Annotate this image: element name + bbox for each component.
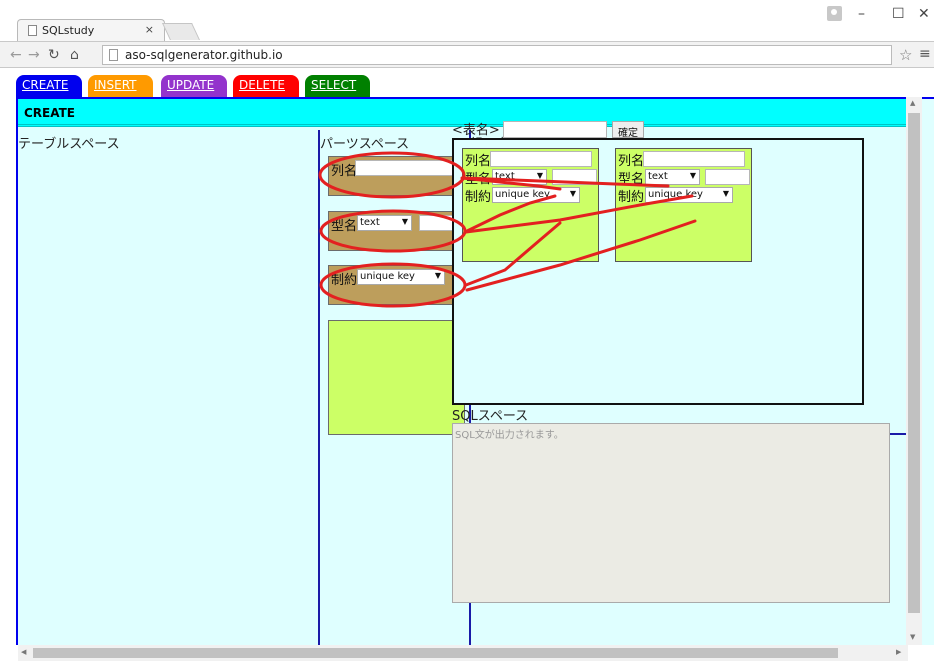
card-type-value: text (495, 171, 515, 182)
forward-arrow-icon[interactable]: → (28, 47, 40, 63)
part-column-name-label: 列名 (331, 164, 358, 179)
tab-create[interactable]: CREATE (16, 75, 82, 97)
close-window-button[interactable]: ✕ (918, 6, 930, 22)
menu-icon[interactable]: ≡ (919, 46, 931, 62)
card-type-select[interactable]: text ▼ (492, 169, 547, 185)
dropdown-arrow-icon: ▼ (536, 171, 543, 180)
scroll-right-icon[interactable]: ▶ (896, 648, 901, 656)
address-bar[interactable]: aso-sqlgenerator.github.io (102, 45, 892, 65)
card-type-label: 型名 (618, 172, 645, 187)
profile-icon[interactable] (827, 6, 842, 21)
card-type-select[interactable]: text ▼ (645, 169, 700, 185)
card-type-length-input[interactable] (705, 169, 750, 185)
card-constraint-label: 制約 (618, 190, 645, 205)
tab-strip: SQLstudy × – ☐ ✕ (0, 0, 934, 41)
dropdown-arrow-icon: ▼ (401, 217, 408, 226)
card-column-input[interactable] (643, 151, 745, 167)
parts-space-label: パーツスペース (320, 137, 410, 152)
sql-space-label: SQLスペース (452, 409, 529, 424)
table-name-label: <表名> (452, 123, 500, 138)
card-column-label: 列名 (465, 154, 492, 169)
home-icon[interactable]: ⌂ (70, 47, 79, 63)
divider-table-parts (318, 130, 320, 645)
scroll-up-icon[interactable]: ▲ (910, 99, 915, 107)
part-type[interactable]: 型名 text ▼ (328, 211, 465, 251)
tab-select[interactable]: SELECT (305, 75, 370, 97)
part-constraint-value: unique key (360, 271, 415, 282)
part-column-name-input[interactable] (355, 160, 459, 176)
dropdown-arrow-icon: ▼ (434, 271, 441, 280)
scroll-down-icon[interactable]: ▼ (910, 633, 915, 641)
card-type-length-input[interactable] (552, 169, 597, 185)
dropdown-arrow-icon: ▼ (722, 189, 729, 198)
horizontal-scroll-thumb[interactable] (33, 648, 838, 658)
card-constraint-value: unique key (495, 189, 550, 200)
vertical-scroll-thumb[interactable] (908, 113, 920, 613)
tab-delete[interactable]: DELETE (233, 75, 299, 97)
part-constraint[interactable]: 制約 unique key ▼ (328, 265, 465, 305)
tab-close-icon[interactable]: × (145, 23, 154, 36)
browser-toolbar: ← → ↻ ⌂ aso-sqlgenerator.github.io ☆ ≡ (0, 41, 934, 68)
part-type-label: 型名 (331, 219, 358, 234)
part-constraint-label: 制約 (331, 273, 358, 288)
card-constraint-label: 制約 (465, 190, 492, 205)
parts-dropzone[interactable] (328, 320, 465, 435)
tab-insert[interactable]: INSERT (88, 75, 153, 97)
part-constraint-select[interactable]: unique key ▼ (357, 269, 445, 285)
horizontal-scrollbar[interactable]: ◀ ▶ (18, 645, 908, 661)
back-arrow-icon[interactable]: ← (10, 47, 22, 63)
tab-update[interactable]: UPDATE (161, 75, 227, 97)
card-column-label: 列名 (618, 154, 645, 169)
column-card[interactable]: 列名 型名 text ▼ 制約 unique key ▼ (462, 148, 599, 262)
browser-tab[interactable]: SQLstudy × (17, 19, 165, 41)
page-icon (109, 49, 118, 61)
part-column-name[interactable]: 列名 (328, 156, 465, 196)
browser-chrome: SQLstudy × – ☐ ✕ ← → ↻ ⌂ aso-sqlgenerato… (0, 0, 934, 68)
part-type-select[interactable]: text ▼ (357, 215, 412, 231)
card-constraint-select[interactable]: unique key ▼ (645, 187, 733, 203)
bookmark-star-icon[interactable]: ☆ (899, 46, 912, 64)
scroll-left-icon[interactable]: ◀ (21, 648, 26, 656)
part-type-value: text (360, 217, 380, 228)
window-controls: – ☐ ✕ (734, 0, 934, 30)
dropdown-arrow-icon: ▼ (569, 189, 576, 198)
table-name-input[interactable] (503, 121, 607, 138)
card-type-value: text (648, 171, 668, 182)
sql-placeholder: SQL文が出力されます。 (455, 430, 564, 441)
reload-icon[interactable]: ↻ (48, 47, 60, 63)
assembly-area[interactable]: 列名 型名 text ▼ 制約 unique key ▼ 列名 型名 text ▼ 制… (452, 138, 864, 405)
maximize-button[interactable]: ☐ (892, 6, 905, 22)
url-text: aso-sqlgenerator.github.io (125, 48, 283, 62)
card-column-input[interactable] (490, 151, 592, 167)
table-space-label: テーブルスペース (18, 137, 120, 152)
tab-title: SQLstudy (42, 24, 95, 37)
new-tab-button[interactable] (162, 23, 200, 40)
dropdown-arrow-icon: ▼ (689, 171, 696, 180)
card-type-label: 型名 (465, 172, 492, 187)
card-constraint-value: unique key (648, 189, 703, 200)
panel-title: CREATE (24, 106, 75, 120)
column-card[interactable]: 列名 型名 text ▼ 制約 unique key ▼ (615, 148, 752, 262)
page: CREATE INSERT UPDATE DELETE SELECT CREAT… (0, 69, 934, 671)
sql-output-textarea[interactable]: SQL文が出力されます。 (452, 423, 890, 603)
vertical-scrollbar[interactable]: ▲ ▼ (906, 97, 922, 645)
document-icon (28, 25, 37, 36)
confirm-button[interactable]: 確定 (612, 121, 644, 139)
card-constraint-select[interactable]: unique key ▼ (492, 187, 580, 203)
minimize-button[interactable]: – (858, 6, 865, 22)
